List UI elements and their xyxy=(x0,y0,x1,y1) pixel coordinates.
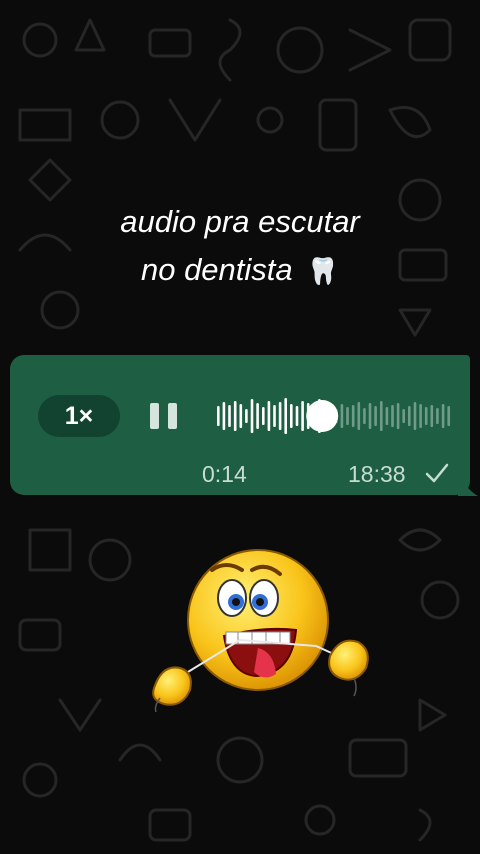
sent-time: 18:38 xyxy=(348,461,406,487)
waveform-bar xyxy=(374,406,377,426)
waveform-bar xyxy=(278,402,282,430)
waveform-bar xyxy=(430,405,434,427)
caption-line-2: no dentista 🦷 xyxy=(0,246,480,295)
waveform-bar xyxy=(340,404,344,428)
waveform-bar xyxy=(396,403,400,429)
waveform-bar xyxy=(267,401,271,431)
waveform-bar xyxy=(290,404,293,428)
waveform-bar xyxy=(301,401,304,431)
waveform-bar xyxy=(351,405,355,427)
waveform-bar xyxy=(284,398,287,434)
waveform-bar xyxy=(233,401,237,431)
waveform-bar xyxy=(273,405,276,427)
waveform-bar xyxy=(222,402,226,430)
caption-line-2-text: no dentista xyxy=(140,252,293,287)
waveform-bar xyxy=(447,406,450,426)
waveform-bar xyxy=(391,405,394,427)
check-icon xyxy=(425,463,449,483)
audio-waveform[interactable] xyxy=(216,391,452,441)
waveform-bar xyxy=(295,406,299,426)
waveform-bar xyxy=(245,409,248,423)
tooth-emoji: 🦷 xyxy=(306,256,340,286)
waveform-bar xyxy=(380,401,383,431)
voice-message-bubble[interactable]: 1× 0:14 18:38 xyxy=(10,355,470,495)
caption-line-1: audio pra escutar xyxy=(120,204,360,239)
waveform-bar xyxy=(346,407,349,425)
waveform-bar xyxy=(413,402,417,430)
waveform-bar xyxy=(402,409,405,423)
elapsed-time: 0:14 xyxy=(202,461,247,487)
waveform-bar xyxy=(424,407,428,425)
waveform-bar xyxy=(408,406,411,426)
flossing-emoji-sticker xyxy=(152,549,369,713)
waveform-bar xyxy=(357,402,361,430)
waveform-bar xyxy=(363,408,366,424)
playback-speed-button[interactable]: 1× xyxy=(38,395,120,437)
waveform-bar xyxy=(441,404,445,428)
waveform-bar xyxy=(250,399,254,433)
waveform-bar xyxy=(217,406,220,426)
playback-scrubber-knob[interactable] xyxy=(306,400,339,432)
waveform-bar xyxy=(239,404,243,428)
waveform-bar xyxy=(419,404,422,428)
waveform-bar xyxy=(256,403,259,429)
waveform-bar xyxy=(228,405,231,427)
waveform-bar xyxy=(262,407,265,425)
pause-icon[interactable] xyxy=(148,401,180,431)
caption-text: audio pra escutar no dentista 🦷 xyxy=(0,198,480,295)
waveform-bar xyxy=(436,408,439,424)
waveform-bar xyxy=(368,403,372,429)
waveform-bar xyxy=(385,407,389,425)
